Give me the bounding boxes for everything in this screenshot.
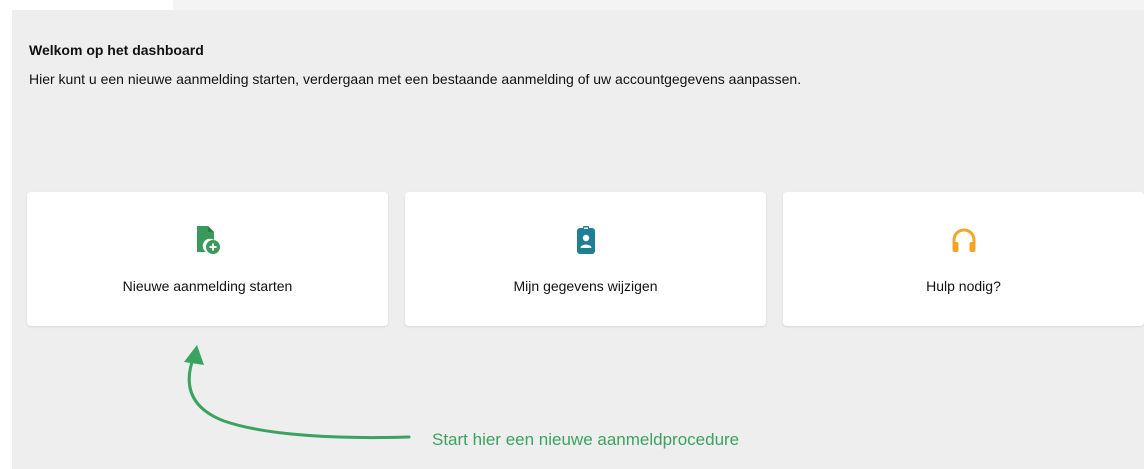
id-badge-icon (576, 226, 595, 254)
annotation-text: Start hier een nieuwe aanmeldprocedure (432, 430, 740, 449)
headphones-icon (952, 228, 975, 252)
help-label: Hulp nodig? (926, 278, 1001, 294)
page-title: Welkom op het dashboard (29, 42, 204, 58)
new-registration-label: Nieuwe aanmelding starten (122, 278, 293, 294)
help-card[interactable]: Hulp nodig? (783, 192, 1144, 326)
top-left-block (12, 0, 173, 10)
file-add-icon (196, 226, 220, 254)
edit-details-label: Mijn gegevens wijzigen (513, 278, 658, 294)
new-registration-card[interactable]: Nieuwe aanmelding starten (27, 192, 388, 326)
edit-details-card[interactable]: Mijn gegevens wijzigen (405, 192, 766, 326)
intro-text: Hier kunt u een nieuwe aanmelding starte… (29, 71, 802, 87)
top-bar (173, 0, 1144, 10)
left-margin (0, 0, 12, 469)
dashboard-content: Welkom op het dashboard Hier kunt u een … (12, 10, 1144, 469)
page: Welkom op het dashboard Hier kunt u een … (0, 0, 1144, 469)
